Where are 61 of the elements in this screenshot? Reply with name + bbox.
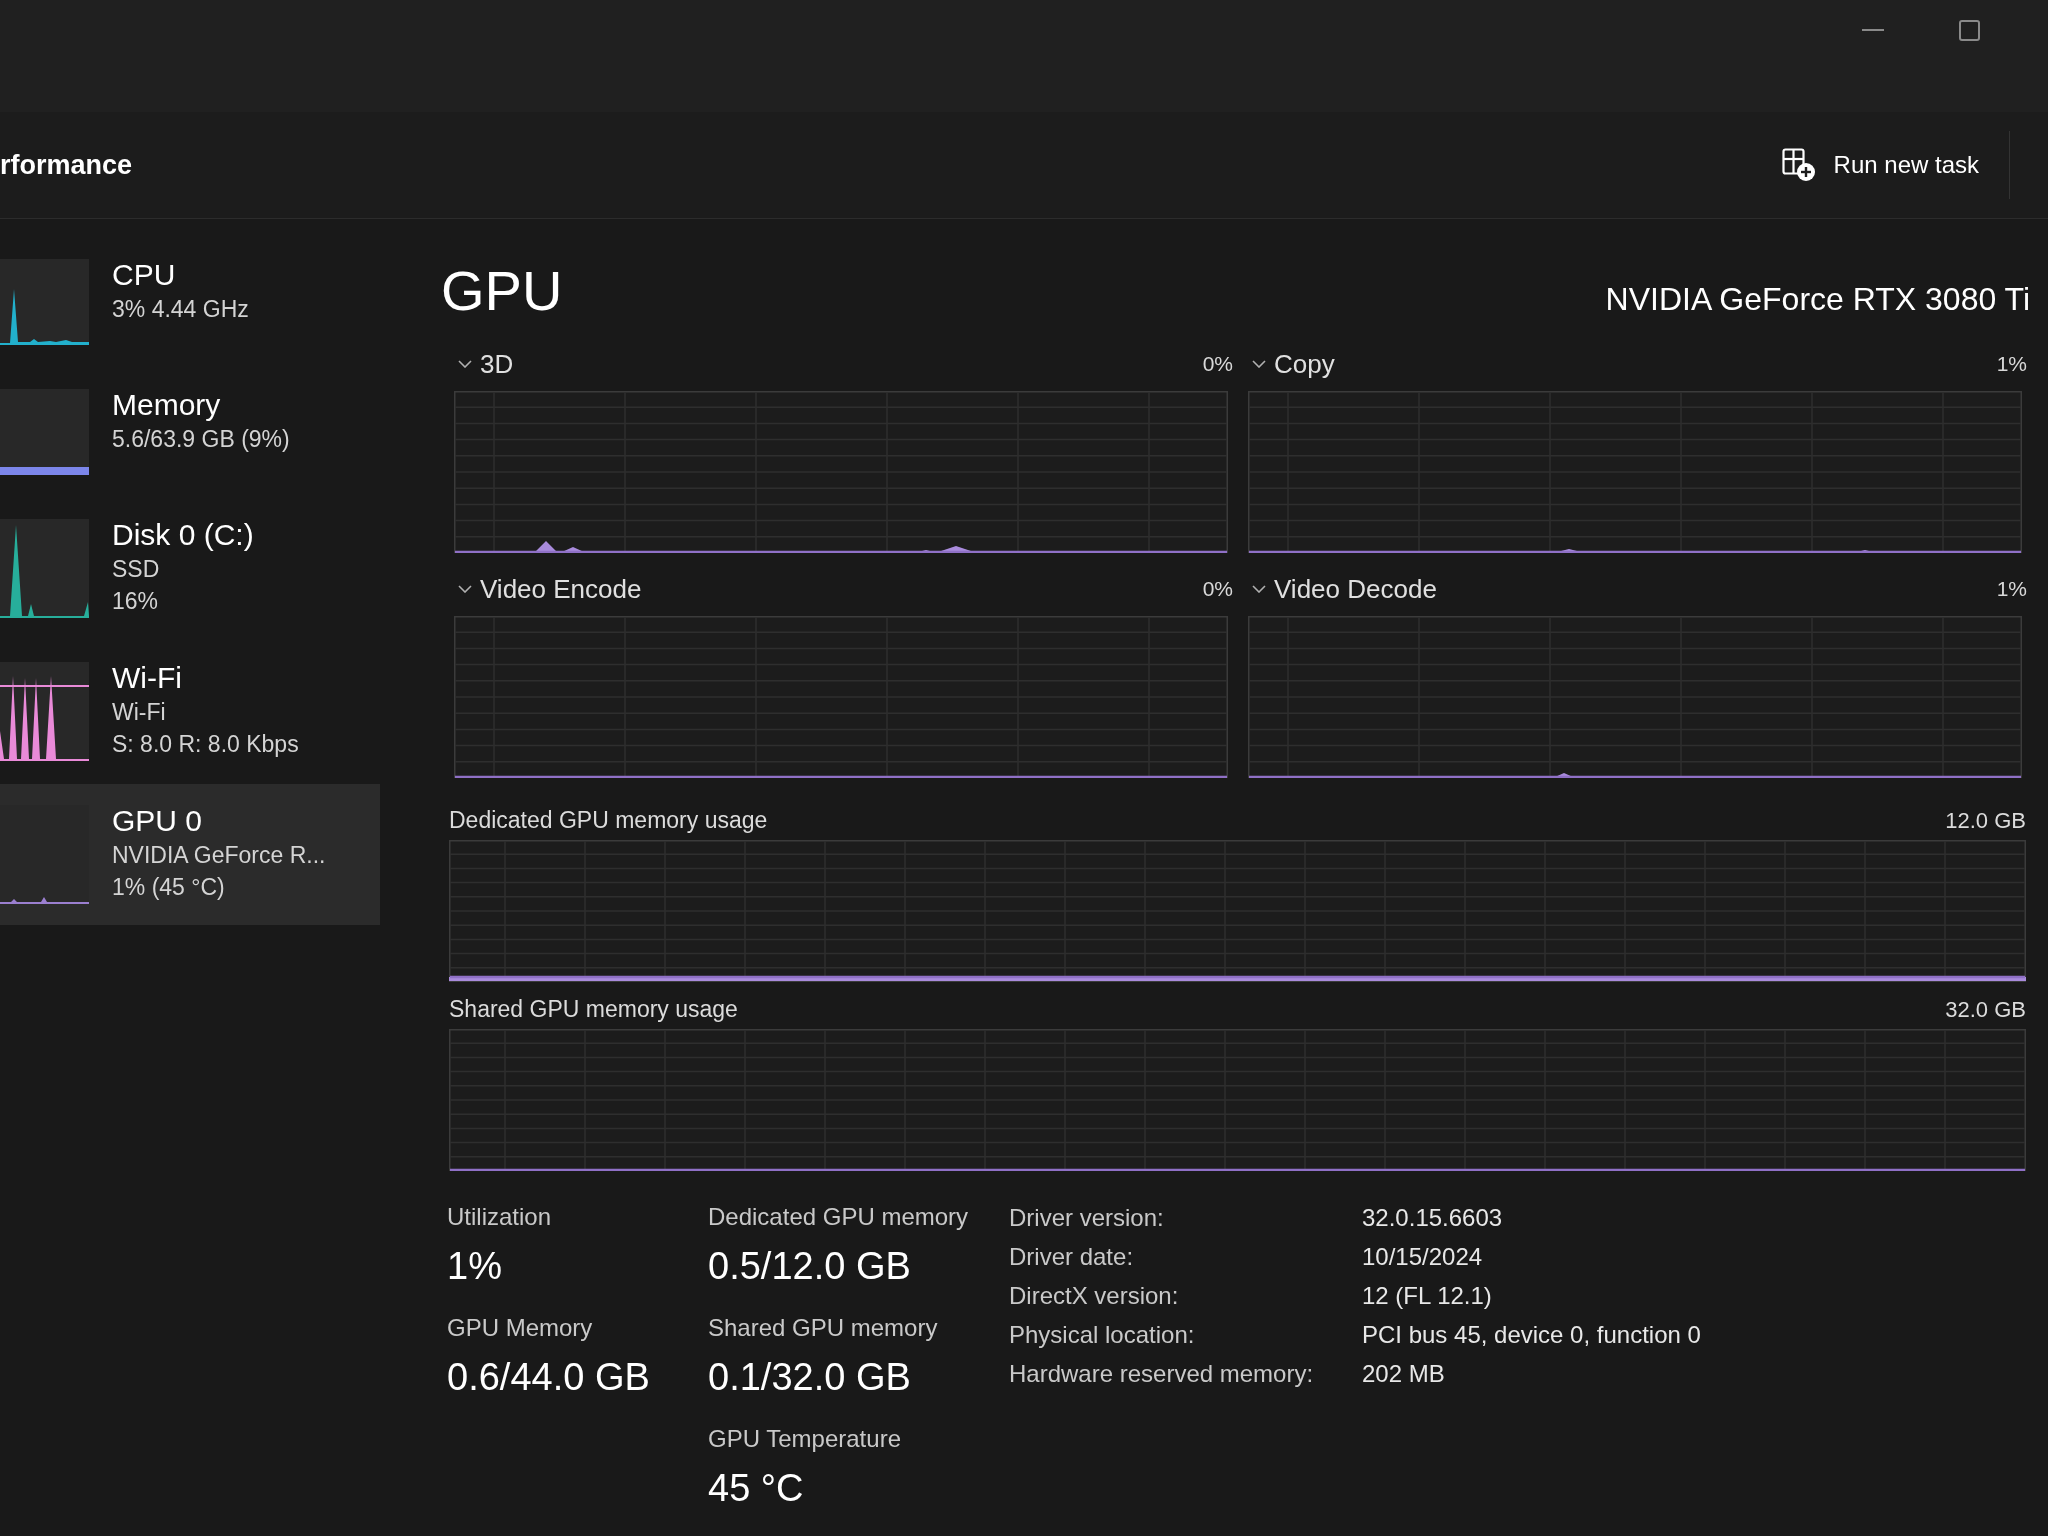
sidebar-item-detail: 16%: [112, 587, 160, 616]
memory-graph-label: Shared GPU memory usage: [449, 994, 738, 1024]
sidebar-item[interactable]: Wi-Fi Wi-Fi S: 8.0 R: 8.0 Kbps: [0, 641, 380, 782]
sidebar-item-detail: Wi-Fi: [112, 698, 167, 727]
stat-label: Utilization: [447, 1202, 553, 1232]
maximize-icon[interactable]: [1959, 19, 1980, 41]
detail-label: Driver date:: [1009, 1242, 1135, 1272]
detail-label: DirectX version:: [1009, 1281, 1180, 1311]
chevron-down-icon: [1252, 360, 1266, 368]
engine-percent: 1%: [1996, 576, 2027, 603]
detail-label: Driver version:: [1009, 1203, 1165, 1233]
stat-label: GPU Memory: [447, 1313, 594, 1343]
page-title: rformance: [0, 148, 133, 182]
sidebar-item[interactable]: GPU 0 NVIDIA GeForce R... 1% (45 °C): [0, 784, 380, 925]
engine-dropdown[interactable]: Video Decode: [1248, 569, 1437, 609]
sidebar-item-detail: S: 8.0 R: 8.0 Kbps: [112, 730, 299, 759]
engine-dropdown[interactable]: Video Encode: [454, 569, 642, 609]
run-new-task-button[interactable]: Run new task: [1765, 135, 1995, 195]
engine-percent: 0%: [1202, 576, 1233, 603]
engine-dropdown[interactable]: 3D: [454, 344, 514, 384]
detail-label: Physical location:: [1009, 1320, 1196, 1350]
memory-graph-max: 32.0 GB: [1945, 995, 2026, 1024]
stat-value: 45 °C: [708, 1466, 805, 1511]
sidebar-item-detail: 1% (45 °C): [112, 873, 226, 902]
engine-percent: 0%: [1202, 351, 1233, 378]
panel-title: GPU: [441, 259, 563, 323]
stat-value: 0.5/12.0 GB: [708, 1244, 912, 1289]
sidebar-item-detail: 3% 4.44 GHz: [112, 295, 249, 324]
detail-value: 12 (FL 12.1): [1362, 1281, 1493, 1311]
engine-dropdown[interactable]: Copy: [1248, 344, 1335, 384]
engine-percent: 1%: [1996, 351, 2027, 378]
sidebar-item-title: CPU: [112, 257, 177, 293]
stat-label: Dedicated GPU memory: [708, 1202, 970, 1232]
chevron-down-icon: [458, 585, 472, 593]
sidebar-item-detail: NVIDIA GeForce R...: [112, 841, 326, 870]
stat-value: 1%: [447, 1244, 503, 1289]
sidebar-item-title: Wi-Fi: [112, 660, 183, 696]
detail-value: 10/15/2024: [1362, 1242, 1484, 1272]
detail-value: 32.0.15.6603: [1362, 1203, 1504, 1233]
detail-value: PCI bus 45, device 0, function 0: [1362, 1320, 1701, 1350]
memory-graph-label: Dedicated GPU memory usage: [449, 805, 768, 835]
stat-label: GPU Temperature: [708, 1424, 902, 1454]
chevron-down-icon: [458, 360, 472, 368]
device-name: NVIDIA GeForce RTX 3080 Ti: [1605, 280, 2030, 319]
stat-label: Shared GPU memory: [708, 1313, 939, 1343]
window-plus-icon: [1781, 148, 1816, 182]
detail-label: Hardware reserved memory:: [1009, 1359, 1315, 1389]
sidebar-item-title: Disk 0 (C:): [112, 517, 254, 553]
stat-value: 0.1/32.0 GB: [708, 1355, 912, 1400]
chevron-down-icon: [1252, 585, 1266, 593]
stat-value: 0.6/44.0 GB: [447, 1355, 651, 1400]
sidebar-item[interactable]: Memory 5.6/63.9 GB (9%): [0, 368, 380, 496]
minimize-icon[interactable]: [1861, 29, 1884, 31]
sidebar-item-detail: SSD: [112, 555, 161, 584]
sidebar-item-detail: 5.6/63.9 GB (9%): [112, 425, 290, 454]
sidebar-item-title: Memory: [112, 387, 222, 423]
detail-value: 202 MB: [1362, 1359, 1446, 1389]
sidebar-item-title: GPU 0: [112, 803, 204, 839]
memory-graph-max: 12.0 GB: [1945, 806, 2026, 835]
sidebar-item[interactable]: CPU 3% 4.44 GHz: [0, 238, 380, 366]
sidebar-item[interactable]: Disk 0 (C:) SSD 16%: [0, 498, 380, 639]
